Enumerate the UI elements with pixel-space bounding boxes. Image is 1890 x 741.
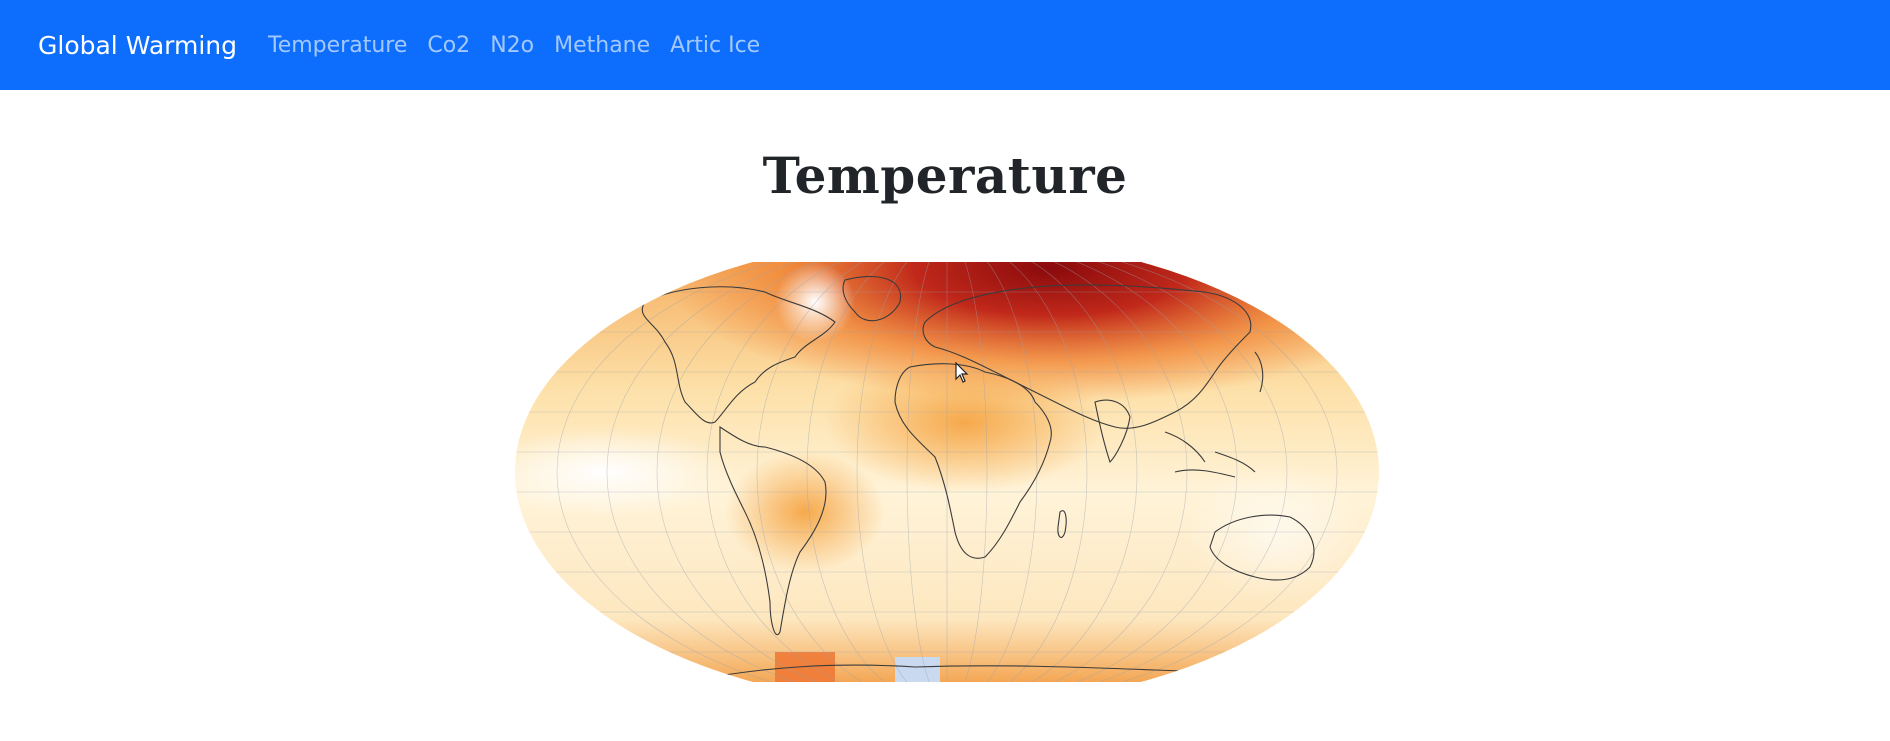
nav-link-methane[interactable]: Methane [554, 33, 650, 58]
temperature-map-image [515, 262, 1379, 682]
nav-link-co2[interactable]: Co2 [427, 33, 470, 58]
brand-link[interactable]: Global Warming [38, 31, 237, 60]
top-navbar: Global Warming Temperature Co2 N2o Metha… [0, 0, 1890, 90]
mouse-pointer-icon [955, 362, 969, 383]
nav-link-n2o[interactable]: N2o [490, 33, 534, 58]
nav-link-artic-ice[interactable]: Artic Ice [670, 33, 760, 58]
nav-link-temperature[interactable]: Temperature [268, 33, 407, 58]
page-title: Temperature [762, 146, 1128, 205]
world-temperature-map [515, 262, 1380, 682]
main-content: Temperature [0, 146, 1890, 206]
